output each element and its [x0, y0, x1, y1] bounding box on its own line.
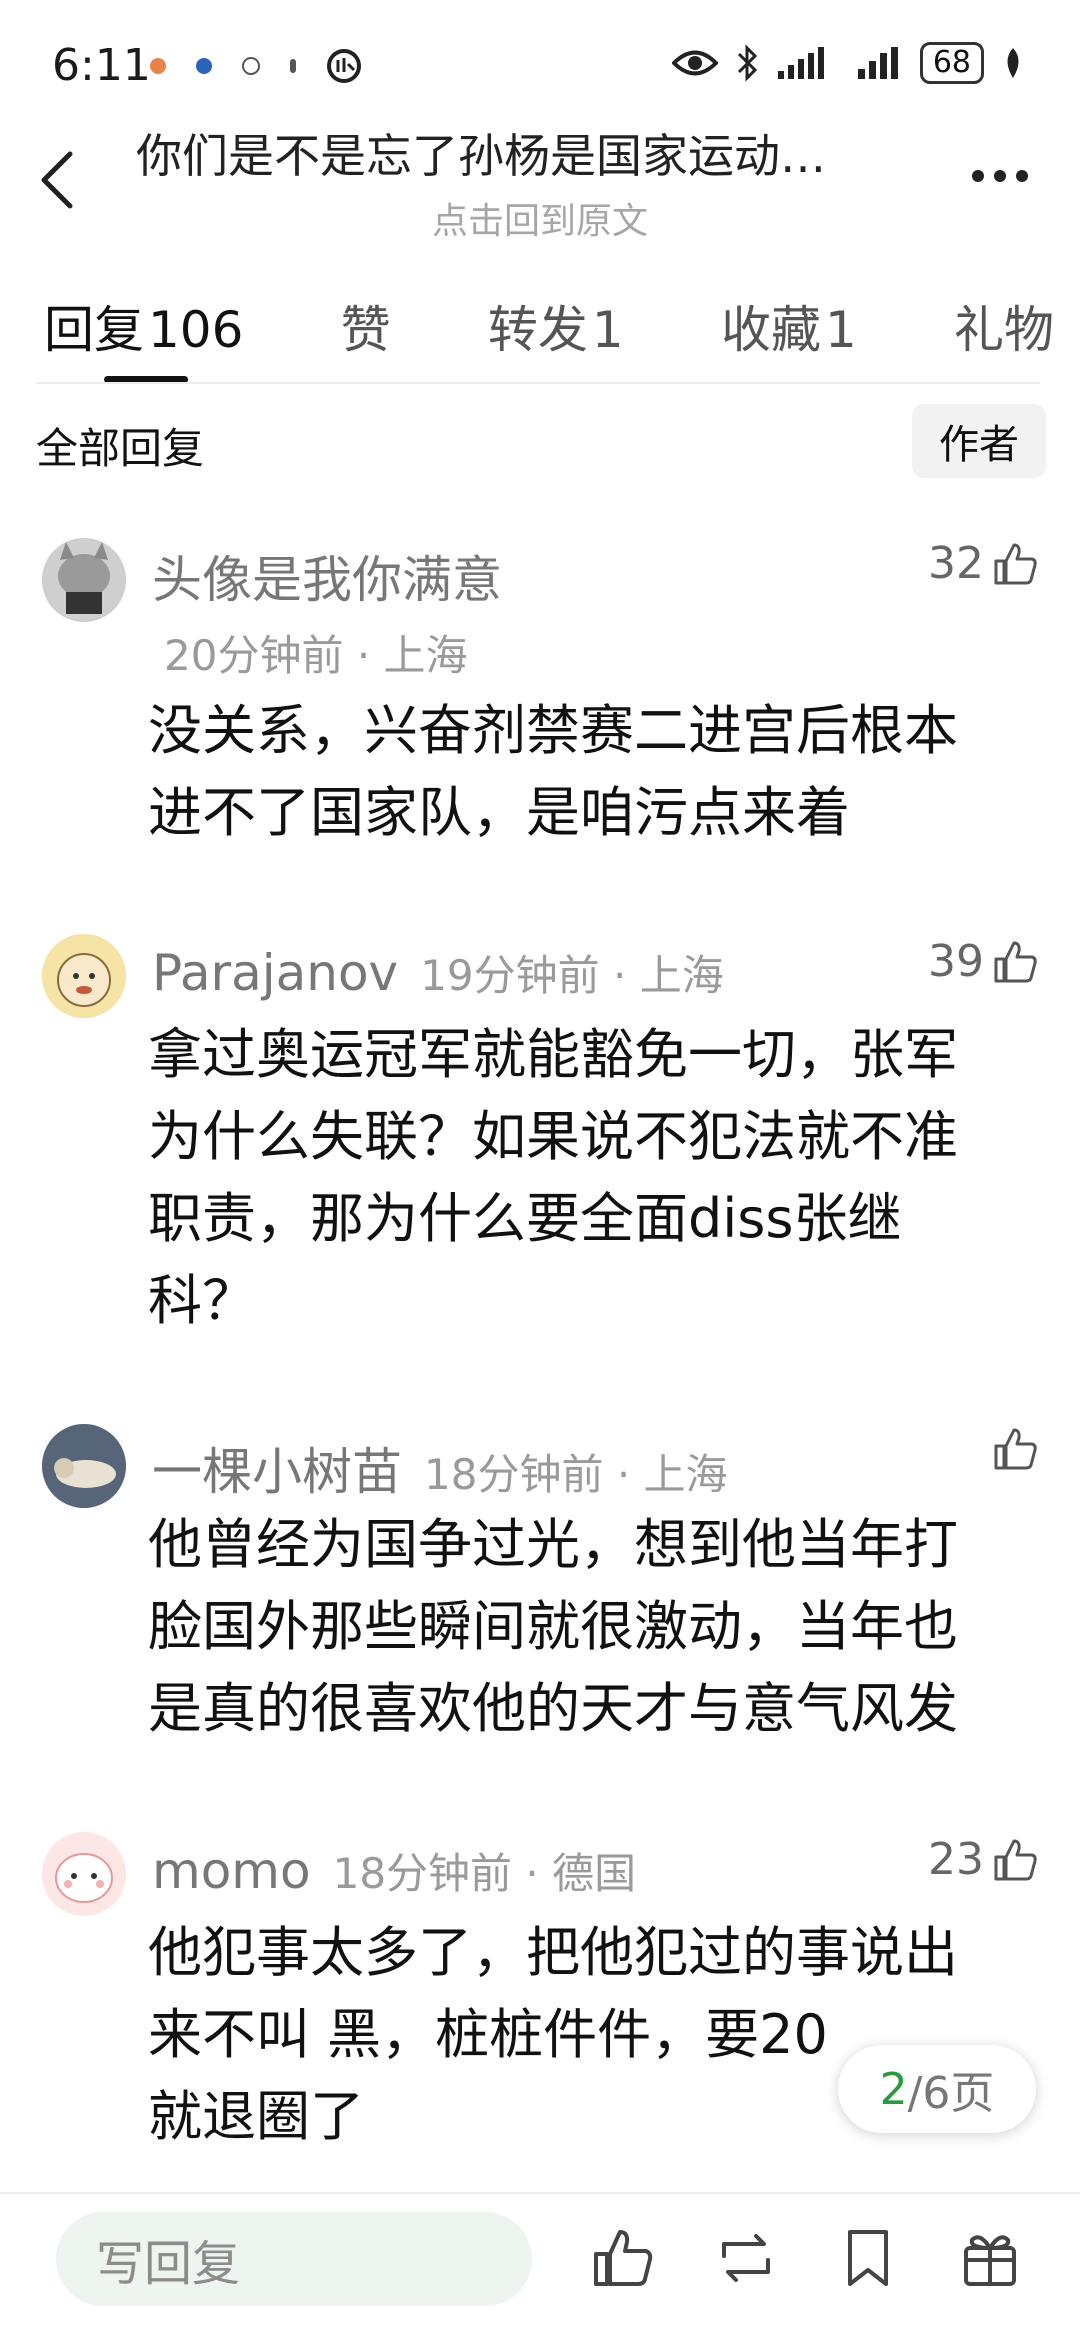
like-count: 39 — [928, 936, 984, 987]
tab-gifts[interactable]: 礼物 — [954, 290, 1054, 362]
avatar[interactable] — [42, 1832, 126, 1916]
leaf-icon — [1007, 48, 1019, 78]
post-title[interactable]: 你们是不是忘了孙杨是国家运动… — [136, 120, 946, 186]
eye-icon — [671, 50, 718, 76]
gift-icon[interactable] — [958, 2226, 1022, 2290]
app-notification-icon — [327, 49, 361, 83]
like-button[interactable]: 23 — [928, 1834, 1038, 1885]
like-count: 32 — [928, 538, 984, 589]
tab-likes[interactable]: 赞 — [341, 290, 391, 362]
comment-text: 他曾经为国争过光，想到他当年打 脸国外那些瞬间就很激动，当年也 是真的很喜欢他的… — [148, 1513, 958, 1740]
more-options-icon[interactable] — [972, 170, 1028, 182]
comment-header: momo 18分钟前 · 德国 — [152, 1840, 636, 1901]
like-button[interactable]: 32 — [928, 538, 1038, 589]
comment-meta: 18分钟前 · 德国 — [332, 1849, 637, 1898]
like-count: 23 — [928, 1834, 984, 1885]
comment-author-name[interactable]: 头像是我你满意 — [152, 540, 502, 612]
comment-author-name[interactable]: momo — [152, 1842, 311, 1900]
bookmark-icon[interactable] — [836, 2226, 900, 2290]
tab-replies[interactable]: 回复106 — [44, 290, 243, 362]
comment-author-name[interactable]: 一棵小树苗 — [152, 1432, 402, 1504]
thumbs-up-icon[interactable] — [590, 2226, 654, 2290]
app-notification-icon — [196, 58, 212, 74]
signal-icon — [857, 47, 898, 79]
status-time: 6:11 — [52, 40, 151, 91]
filter-author-button[interactable]: 作者 — [912, 404, 1046, 478]
comment-meta: 20分钟前 · 上海 — [164, 631, 468, 680]
repost-icon[interactable] — [714, 2226, 778, 2290]
back-to-original-link[interactable]: 点击回到原文 — [0, 192, 1080, 244]
avatar[interactable] — [42, 934, 126, 1018]
divider — [0, 2192, 1080, 2194]
comment-meta: 19分钟前 · 上海 — [420, 951, 724, 1000]
like-button[interactable] — [984, 1426, 1038, 1472]
reply-input[interactable]: 写回复 — [56, 2212, 532, 2306]
status-right: 68 — [671, 42, 1024, 84]
page-indicator[interactable]: 2/6页 — [838, 2045, 1036, 2133]
tab-bar: 回复106 赞 转发1 收藏1 礼物 — [44, 290, 1054, 362]
thumbs-up-icon — [994, 941, 1037, 982]
comment-author-name[interactable]: Parajanov — [152, 944, 398, 1002]
bluetooth-icon — [737, 44, 757, 82]
comment-text: 没关系，兴奋剂禁赛二进宫后根本 进不了国家队，是咱污点来着 — [148, 699, 958, 844]
thumbs-up-icon — [994, 1428, 1037, 1470]
filter-all-replies[interactable]: 全部回复 — [36, 415, 204, 476]
app-notification-icon — [290, 59, 296, 73]
comment-meta: 18分钟前 · 上海 — [424, 1450, 728, 1499]
thumbs-up-icon — [994, 1839, 1037, 1880]
comment-header: Parajanov 19分钟前 · 上海 — [152, 942, 724, 1003]
avatar[interactable] — [42, 538, 126, 622]
thumbs-up-icon — [994, 543, 1037, 584]
tab-favorites[interactable]: 收藏1 — [721, 290, 857, 362]
divider — [36, 382, 1040, 384]
tab-reposts[interactable]: 转发1 — [488, 290, 624, 362]
app-notification-icon — [242, 57, 260, 75]
comment-text: 拿过奥运冠军就能豁免一切，张军 为什么失联？如果说不犯法就不准 职责，那为什么要… — [148, 1023, 958, 1332]
battery-icon: 68 — [919, 42, 984, 84]
app-notification-icon — [150, 58, 166, 74]
signal-icon — [777, 47, 824, 79]
avatar[interactable] — [42, 1424, 126, 1508]
like-button[interactable]: 39 — [928, 936, 1038, 987]
comment-header: 一棵小树苗 18分钟前 · 上海 — [152, 1432, 728, 1504]
notification-icons — [150, 48, 362, 84]
